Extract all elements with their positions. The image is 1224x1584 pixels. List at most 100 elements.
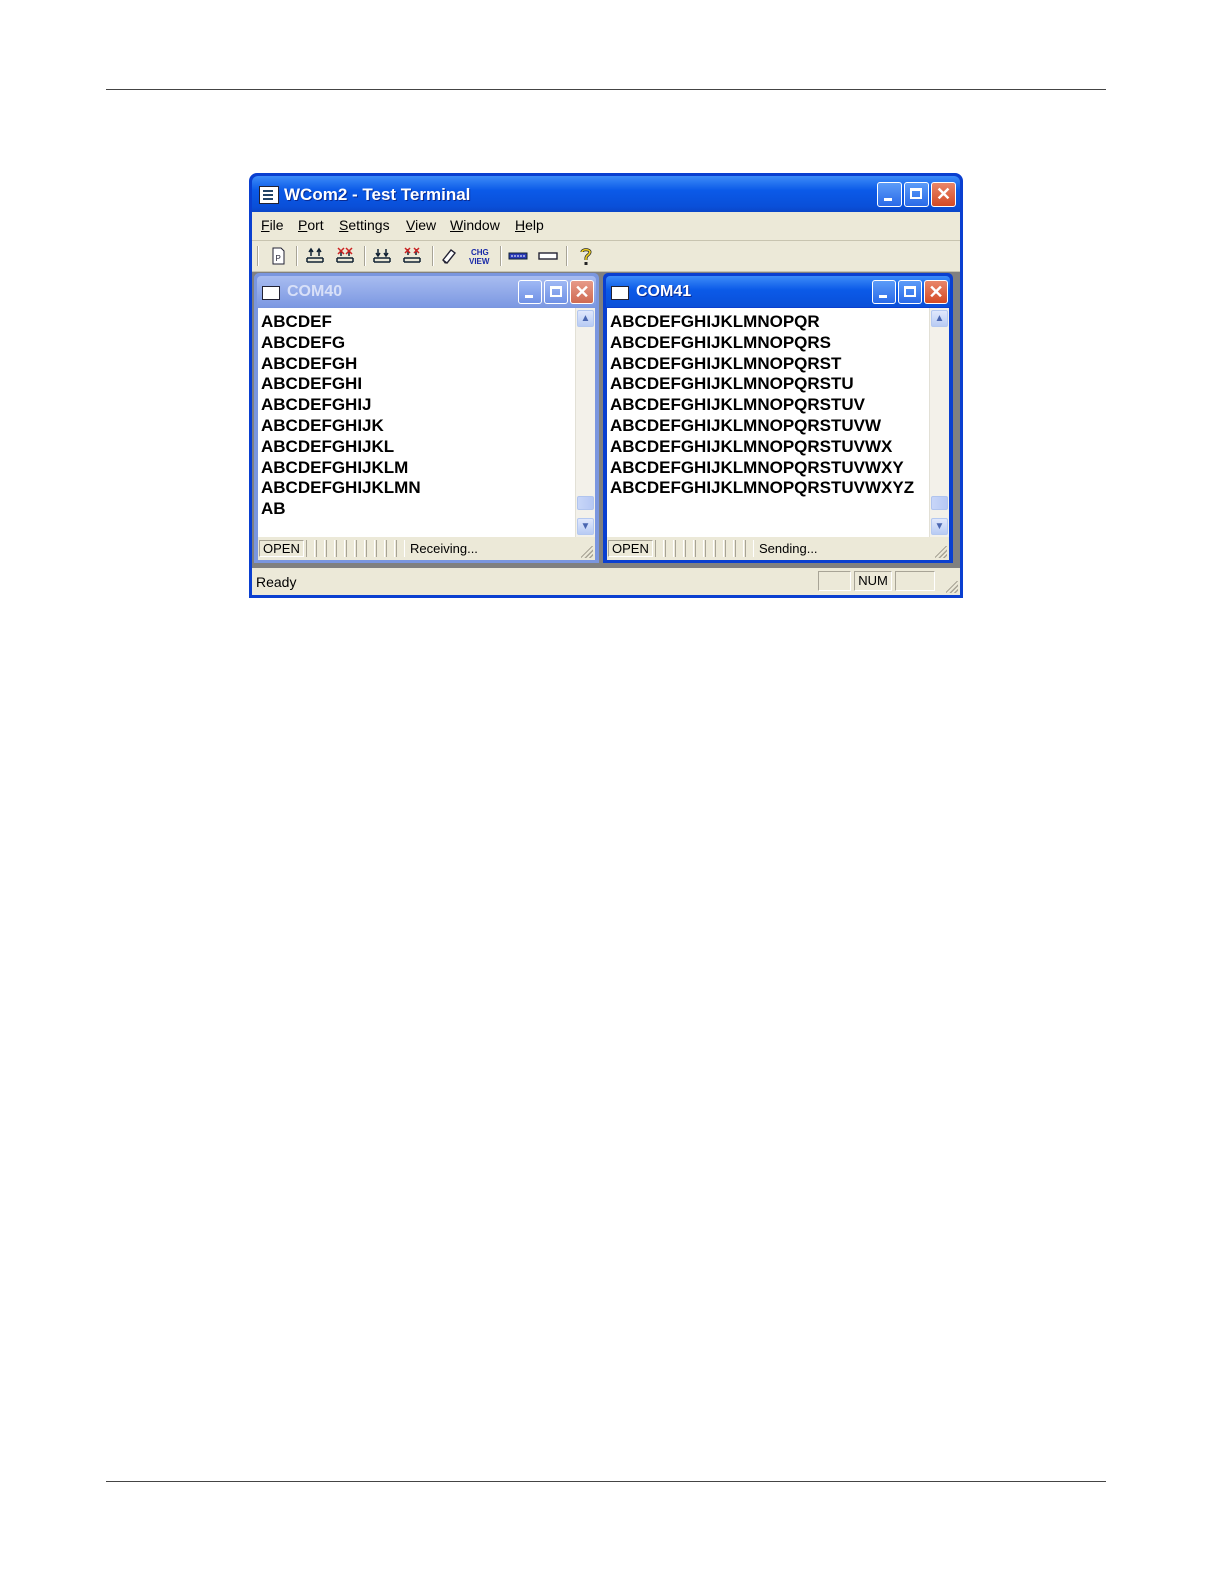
com41-minimize-button[interactable] [872, 280, 896, 304]
menu-settings[interactable]: Settings [339, 217, 390, 233]
status-pane-caps [818, 571, 851, 591]
terminal-line: ABCDEFGHIJKLMNOPQRSTUVWX [610, 436, 893, 456]
resize-grip-icon[interactable] [581, 546, 593, 558]
scroll-down-icon[interactable]: ▼ [931, 518, 948, 535]
toolbar-separator [364, 246, 365, 266]
minimize-icon [525, 295, 533, 298]
scroll-thumb[interactable] [577, 496, 594, 510]
scroll-up-icon[interactable]: ▲ [931, 310, 948, 327]
menu-port[interactable]: Port [298, 217, 324, 233]
toolbar-separator [566, 246, 567, 266]
resize-grip-icon[interactable] [935, 546, 947, 558]
scroll-down-icon[interactable]: ▼ [577, 518, 594, 535]
port-disconnect-icon[interactable] [334, 245, 356, 267]
terminal-line: ABCDEFGHIJK [261, 415, 384, 435]
signal-indicator [326, 540, 335, 557]
terminal-line: ABCDEFGHIJKLMNOPQRST [610, 353, 842, 373]
com40-maximize-button[interactable] [544, 280, 568, 304]
input-bar-icon[interactable] [537, 245, 559, 267]
com41-title-bar[interactable]: COM41 ✕ [606, 276, 950, 307]
com40-status-message: Receiving... [410, 541, 478, 556]
minimize-button[interactable] [877, 182, 902, 207]
maximize-button[interactable] [904, 182, 929, 207]
close-button[interactable]: ✕ [931, 182, 956, 207]
app-title-bar[interactable]: WCom2 - Test Terminal ✕ [252, 176, 960, 212]
com41-terminal-output[interactable]: ABCDEFGHIJKLMNOPQR ABCDEFGHIJKLMNOPQRS A… [607, 308, 949, 537]
signal-indicator [316, 540, 325, 557]
signal-indicator [695, 540, 704, 557]
chg-view-icon[interactable]: CHG VIEW [468, 245, 494, 267]
page-bottom-rule [106, 1481, 1106, 1482]
terminal-line: ABCDEFG [261, 332, 346, 352]
app-icon[interactable] [259, 186, 279, 204]
new-doc-icon[interactable]: P [267, 245, 289, 267]
port-status: OPEN [259, 540, 304, 557]
menu-help[interactable]: Help [515, 217, 544, 233]
toolbar-separator [500, 246, 501, 266]
menu-window[interactable]: Window [450, 217, 500, 233]
svg-text:VIEW: VIEW [469, 257, 490, 266]
close-icon: ✕ [935, 184, 952, 204]
terminal-line: ABCDEFGHIJKLMN [261, 478, 421, 498]
com40-minimize-button[interactable] [518, 280, 542, 304]
minimize-icon [884, 198, 892, 201]
keyboard-icon[interactable] [507, 245, 529, 267]
com40-close-button[interactable]: ✕ [570, 280, 594, 304]
com40-terminal-output[interactable]: ABCDEF ABCDEFG ABCDEFGH ABCDEFGHI ABCDEF… [258, 308, 595, 537]
clear-icon[interactable] [438, 245, 460, 267]
resize-grip-icon[interactable] [946, 581, 958, 593]
terminal-line: ABCDEF [261, 312, 332, 331]
scroll-thumb[interactable] [931, 496, 948, 510]
terminal-line: ABCDEFGHIJKLMNOPQRSTU [610, 374, 854, 394]
svg-text:CHG: CHG [471, 248, 489, 257]
signal-indicator [705, 540, 714, 557]
port-close-icon[interactable] [401, 245, 423, 267]
toolbar-separator [432, 246, 433, 266]
signal-indicator [396, 540, 405, 557]
terminal-window-icon [262, 286, 280, 300]
signal-indicator [655, 540, 664, 557]
com41-vertical-scrollbar[interactable]: ▲ ▼ [929, 308, 949, 537]
menu-bar: File Port Settings View Window Help [252, 212, 960, 241]
mdi-client-area: COM40 ✕ ABCDEF ABCDEFG ABCDEFGH ABCDEFGH… [252, 272, 960, 568]
toolbar: P CHG VIEW [252, 241, 960, 272]
com40-window[interactable]: COM40 ✕ ABCDEF ABCDEFG ABCDEFGH ABCDEFGH… [254, 273, 599, 563]
minimize-icon [879, 295, 887, 298]
port-open-icon[interactable] [371, 245, 393, 267]
com41-status-bar: OPEN Sending... [607, 537, 949, 560]
com41-maximize-button[interactable] [898, 280, 922, 304]
status-ready: Ready [256, 574, 297, 590]
terminal-line: ABCDEFGHIJKL [261, 436, 395, 456]
signal-indicator [336, 540, 345, 557]
terminal-window-icon [611, 286, 629, 300]
menu-file[interactable]: File [261, 217, 284, 233]
terminal-line: ABCDEFGH [261, 353, 358, 373]
com41-close-button[interactable]: ✕ [924, 280, 948, 304]
terminal-line: ABCDEFGHIJKLM [261, 457, 409, 477]
port-connect-icon[interactable] [304, 245, 326, 267]
terminal-line: ABCDEFGHI [261, 374, 363, 394]
scroll-up-icon[interactable]: ▲ [577, 310, 594, 327]
terminal-line: ABCDEFGHIJ [261, 395, 372, 415]
maximize-icon [910, 188, 922, 199]
menu-view[interactable]: View [406, 217, 436, 233]
terminal-line: ABCDEFGHIJKLMNOPQRSTUVWXYZ [610, 478, 915, 498]
port-status: OPEN [608, 540, 653, 557]
com40-title-bar[interactable]: COM40 ✕ [257, 276, 596, 307]
terminal-line: ABCDEFGHIJKLMNOPQRSTUVWXY [610, 457, 904, 477]
signal-indicator [735, 540, 744, 557]
maximize-icon [904, 286, 916, 297]
signal-indicator [675, 540, 684, 557]
status-num: NUM [854, 571, 892, 591]
com40-title: COM40 [287, 283, 343, 300]
signal-indicator [745, 540, 754, 557]
com41-window[interactable]: COM41 ✕ ABCDEFGHIJKLMNOPQR ABCDEFGHIJKLM… [603, 273, 953, 563]
app-status-bar: Ready NUM [252, 568, 960, 595]
app-title: WCom2 - Test Terminal [284, 185, 471, 204]
signal-indicator [665, 540, 674, 557]
signal-indicator [386, 540, 395, 557]
com40-vertical-scrollbar[interactable]: ▲ ▼ [575, 308, 595, 537]
signal-indicator [685, 540, 694, 557]
signal-indicator [725, 540, 734, 557]
help-icon[interactable] [575, 245, 597, 267]
